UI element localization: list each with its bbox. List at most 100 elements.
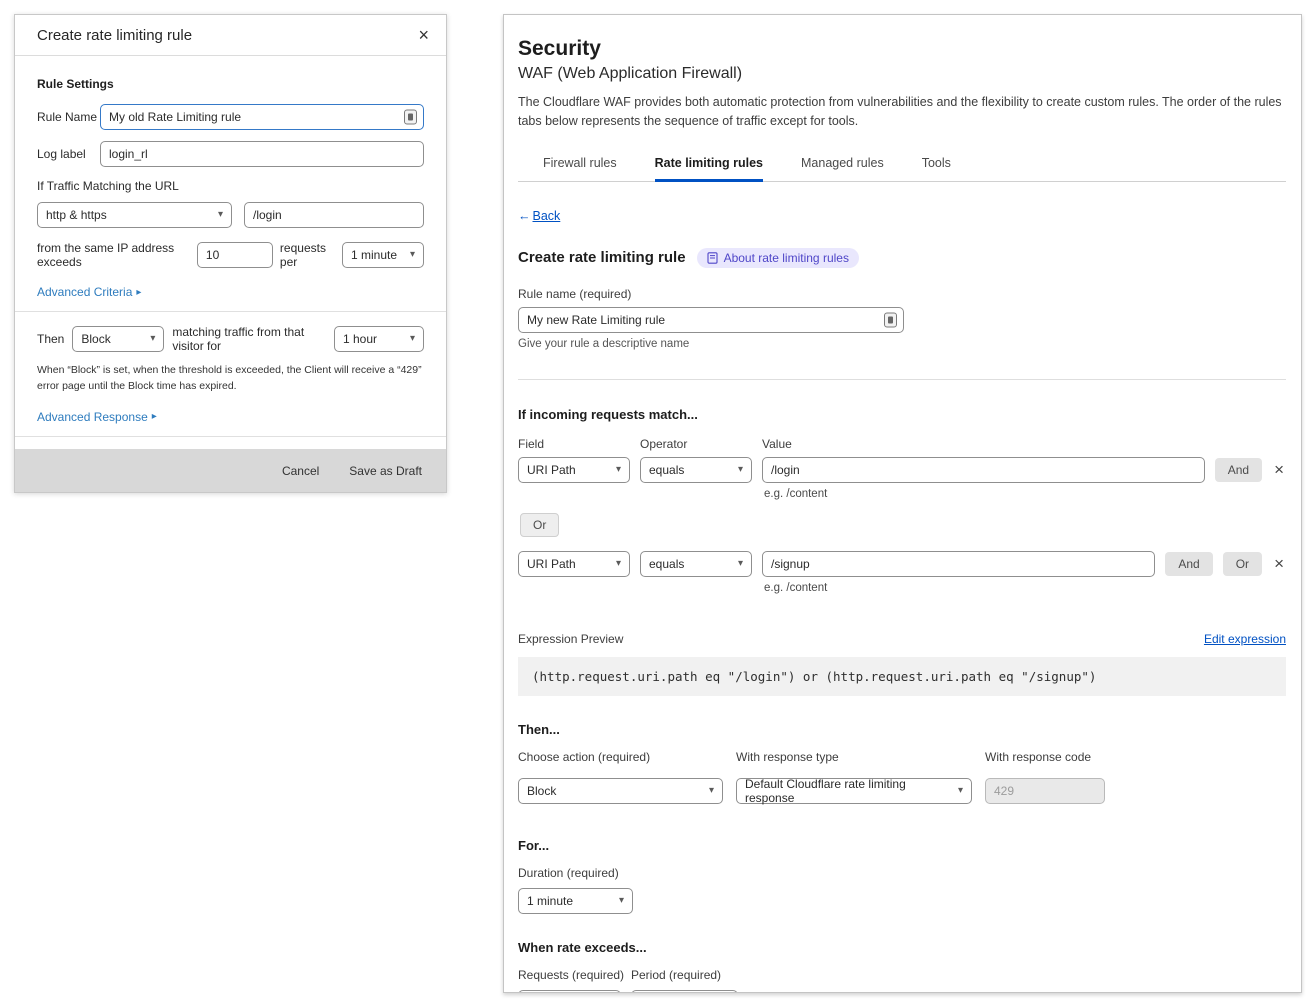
dialog-body: Rule Settings Rule Name Log label If Tra… xyxy=(15,56,446,476)
chevron-down-icon: ▾ xyxy=(619,896,624,906)
log-label-row: Log label xyxy=(37,141,424,167)
form-title: Create rate limiting rule xyxy=(518,249,686,266)
back-link[interactable]: ← Back xyxy=(518,209,560,223)
period-select[interactable]: 1 minute ▾ xyxy=(342,242,424,268)
duration-label-row: Duration (required) xyxy=(518,866,1286,880)
duration-row: 1 minute ▾ xyxy=(518,888,1286,914)
response-code-label: With response code xyxy=(985,750,1105,764)
then-heading: Then... xyxy=(518,722,1286,737)
rule-name-help: Give your rule a descriptive name xyxy=(518,338,1286,350)
threshold-row: from the same IP address exceeds request… xyxy=(37,241,424,269)
advanced-response-link[interactable]: Advanced Response ▸ xyxy=(37,410,157,424)
operator-select[interactable]: equals ▾ xyxy=(640,457,752,483)
rule-name-input[interactable] xyxy=(518,307,904,333)
field-column-label: Field xyxy=(518,437,640,451)
log-label-label: Log label xyxy=(37,147,100,161)
rule-name-row: Rule Name xyxy=(37,104,424,130)
page-description: The Cloudflare WAF provides both automat… xyxy=(518,93,1286,132)
then-middle: matching traffic from that visitor for xyxy=(172,325,326,353)
or-connector-button[interactable]: Or xyxy=(520,513,559,537)
tab-firewall-rules[interactable]: Firewall rules xyxy=(543,156,617,182)
field-select[interactable]: URI Path ▾ xyxy=(518,551,630,577)
rule-settings-heading: Rule Settings xyxy=(37,77,424,91)
divider xyxy=(15,436,446,437)
scheme-select[interactable]: http & https ▾ xyxy=(37,202,232,228)
value-input[interactable] xyxy=(762,551,1155,577)
advanced-criteria-link[interactable]: Advanced Criteria ▸ xyxy=(37,285,141,299)
log-label-input[interactable] xyxy=(100,141,424,167)
rate-labels-row: Requests (required) Period (required) xyxy=(518,968,1286,982)
condition-row: URI Path ▾ equals ▾ And Or × xyxy=(518,551,1286,577)
choose-action-select[interactable]: Block ▾ xyxy=(518,778,723,804)
chevron-down-icon: ▾ xyxy=(738,465,743,475)
requests-input[interactable] xyxy=(518,990,621,993)
close-icon[interactable]: × xyxy=(416,26,431,44)
divider xyxy=(518,379,1286,380)
dialog-title: Create rate limiting rule xyxy=(37,27,192,44)
duration-select[interactable]: 1 minute ▾ xyxy=(518,888,633,914)
then-prefix: Then xyxy=(37,332,64,346)
requests-input[interactable] xyxy=(197,242,273,268)
chevron-down-icon: ▾ xyxy=(738,559,743,569)
page: Create rate limiting rule × Rule Setting… xyxy=(0,0,1316,1003)
period-label: Period (required) xyxy=(631,968,721,982)
response-type-label: With response type xyxy=(736,750,972,764)
expression-header: Expression Preview Edit expression xyxy=(518,632,1286,646)
form-autofill-icon[interactable] xyxy=(404,110,417,125)
operator-select[interactable]: equals ▾ xyxy=(640,551,752,577)
chevron-down-icon: ▾ xyxy=(958,786,963,796)
block-note: When “Block” is set, when the threshold … xyxy=(37,363,424,395)
rule-name-input[interactable] xyxy=(100,104,424,130)
chevron-down-icon: ▾ xyxy=(410,250,415,260)
page-title: Security xyxy=(518,37,1286,61)
edit-expression-link[interactable]: Edit expression xyxy=(1204,632,1286,646)
rule-name-label: Rule Name xyxy=(37,110,100,124)
form-title-row: Create rate limiting rule About rate lim… xyxy=(518,248,1286,268)
form-autofill-icon[interactable] xyxy=(884,312,897,327)
about-rate-limiting-badge[interactable]: About rate limiting rules xyxy=(697,248,859,268)
chevron-down-icon: ▾ xyxy=(709,786,714,796)
choose-action-label: Choose action (required) xyxy=(518,750,723,764)
book-icon xyxy=(707,252,718,264)
value-hint: e.g. /content xyxy=(764,582,1286,594)
chevron-down-icon: ▾ xyxy=(218,210,223,220)
condition-column-labels: Field Operator Value xyxy=(518,437,1286,451)
tab-managed-rules[interactable]: Managed rules xyxy=(801,156,884,182)
period-select[interactable]: 1 minute ▾ xyxy=(631,990,738,993)
then-controls: Choose action (required) Block ▾ With re… xyxy=(518,750,1286,804)
caret-right-icon: ▸ xyxy=(152,411,157,422)
rate-exceeds-heading: When rate exceeds... xyxy=(518,940,1286,955)
value-input[interactable] xyxy=(762,457,1205,483)
url-input[interactable] xyxy=(244,202,424,228)
requests-label: Requests (required) xyxy=(518,968,631,982)
value-column-label: Value xyxy=(762,437,792,451)
response-type-select[interactable]: Default Cloudflare rate limiting respons… xyxy=(736,778,972,804)
chevron-down-icon: ▾ xyxy=(616,559,621,569)
chevron-down-icon: ▾ xyxy=(150,334,155,344)
field-select[interactable]: URI Path ▾ xyxy=(518,457,630,483)
tab-rate-limiting-rules[interactable]: Rate limiting rules xyxy=(655,156,763,182)
response-code-input xyxy=(985,778,1105,804)
page-subtitle: WAF (Web Application Firewall) xyxy=(518,65,1286,83)
duration-select[interactable]: 1 hour ▾ xyxy=(334,326,424,352)
caret-right-icon: ▸ xyxy=(136,287,141,298)
remove-condition-icon[interactable]: × xyxy=(1272,461,1286,478)
action-select[interactable]: Block ▾ xyxy=(72,326,164,352)
remove-condition-icon[interactable]: × xyxy=(1272,555,1286,572)
match-heading: If incoming requests match... xyxy=(518,407,1286,422)
value-hint: e.g. /content xyxy=(764,488,1286,500)
waf-panel: Security WAF (Web Application Firewall) … xyxy=(503,14,1302,993)
chevron-down-icon: ▾ xyxy=(410,334,415,344)
traffic-matching-heading: If Traffic Matching the URL xyxy=(37,179,424,193)
and-button[interactable]: And xyxy=(1165,552,1212,576)
expression-preview-label: Expression Preview xyxy=(518,632,623,646)
rate-fields-row: 1 minute ▾ xyxy=(518,990,1286,993)
chevron-down-icon: ▾ xyxy=(616,465,621,475)
cancel-button[interactable]: Cancel xyxy=(282,464,319,478)
or-button[interactable]: Or xyxy=(1223,552,1262,576)
threshold-middle: requests per xyxy=(280,241,335,269)
tab-tools[interactable]: Tools xyxy=(922,156,951,182)
save-as-draft-button[interactable]: Save as Draft xyxy=(349,464,422,478)
and-button[interactable]: And xyxy=(1215,458,1262,482)
dialog-header: Create rate limiting rule × xyxy=(15,15,446,56)
